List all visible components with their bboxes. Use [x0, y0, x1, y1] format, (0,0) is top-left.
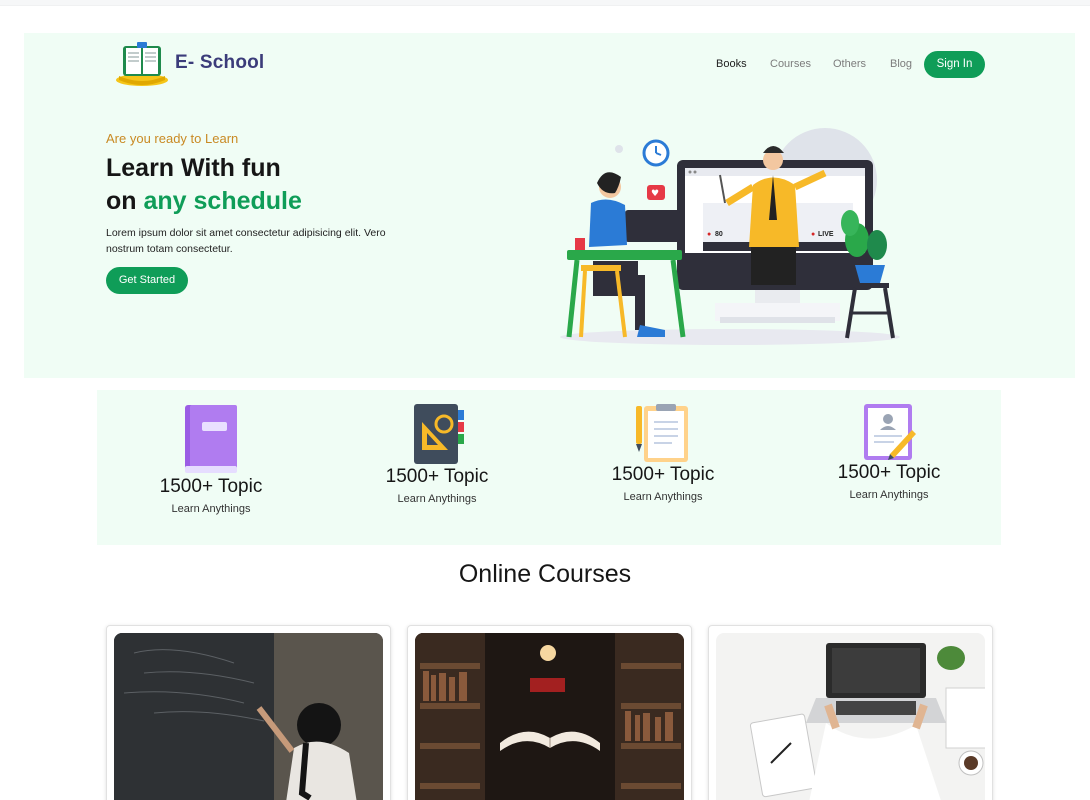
- svg-text:●: ●: [707, 231, 711, 238]
- brand-name[interactable]: E- School: [175, 52, 264, 74]
- stat-title: 1500+ Topic: [385, 466, 489, 487]
- nav-link-courses[interactable]: Courses: [770, 58, 811, 70]
- logo-icon[interactable]: [115, 40, 169, 88]
- course-image-library-book: [415, 633, 684, 800]
- stat-title: 1500+ Topic: [611, 464, 715, 485]
- svg-text:♥: ♥: [651, 189, 659, 199]
- get-started-button[interactable]: Get Started: [106, 267, 188, 294]
- clipboard-pencil-icon: [634, 402, 692, 464]
- stat-card-2: 1500+ Topic Learn Anythings: [381, 402, 493, 505]
- course-card-1[interactable]: [106, 625, 391, 800]
- hero-title-prefix: on: [106, 187, 144, 215]
- stat-title: 1500+ Topic: [837, 462, 941, 483]
- course-card-3[interactable]: [708, 625, 993, 800]
- online-courses-title: Online Courses: [458, 560, 632, 588]
- stat-card-1: 1500+ Topic Learn Anythings: [155, 402, 267, 515]
- hero-kicker: Are you ready to Learn: [106, 131, 239, 146]
- certificate-pen-icon: [860, 402, 918, 462]
- course-card-2[interactable]: [407, 625, 692, 800]
- screen-view-count: 80: [715, 231, 723, 238]
- hero-title-accent: any schedule: [143, 187, 302, 215]
- page: E- School Books Courses Others Blog Sign…: [0, 0, 1090, 800]
- stat-subtitle: Learn Anythings: [623, 491, 703, 503]
- sign-in-button[interactable]: Sign In: [924, 51, 985, 78]
- stat-subtitle: Learn Anythings: [171, 503, 251, 515]
- screen-live-badge: LIVE: [818, 231, 834, 238]
- online-teaching-illustration: ● 80 ● LIVE ♥: [555, 125, 905, 350]
- course-image-chalkboard-student: [114, 633, 383, 800]
- stat-subtitle: Learn Anythings: [397, 493, 477, 505]
- hero-title-line2: on any schedule: [106, 187, 302, 216]
- hero-description: Lorem ipsum dolor sit amet consectetur a…: [106, 227, 386, 255]
- course-image-laptop-desk: [716, 633, 985, 800]
- svg-text:●: ●: [811, 231, 815, 238]
- browser-top-strip: [0, 0, 1090, 6]
- stat-title: 1500+ Topic: [159, 476, 263, 497]
- stat-subtitle: Learn Anythings: [849, 489, 929, 501]
- purple-book-icon: [182, 402, 240, 476]
- nav-link-books[interactable]: Books: [716, 58, 747, 70]
- stat-card-4: 1500+ Topic Learn Anythings: [833, 402, 945, 501]
- nav-link-blog[interactable]: Blog: [890, 58, 912, 70]
- hero-title-line1: Learn With fun: [106, 154, 281, 182]
- geometry-notebook-icon: [408, 402, 466, 466]
- nav-link-others[interactable]: Others: [833, 58, 866, 70]
- stat-card-3: 1500+ Topic Learn Anythings: [607, 402, 719, 503]
